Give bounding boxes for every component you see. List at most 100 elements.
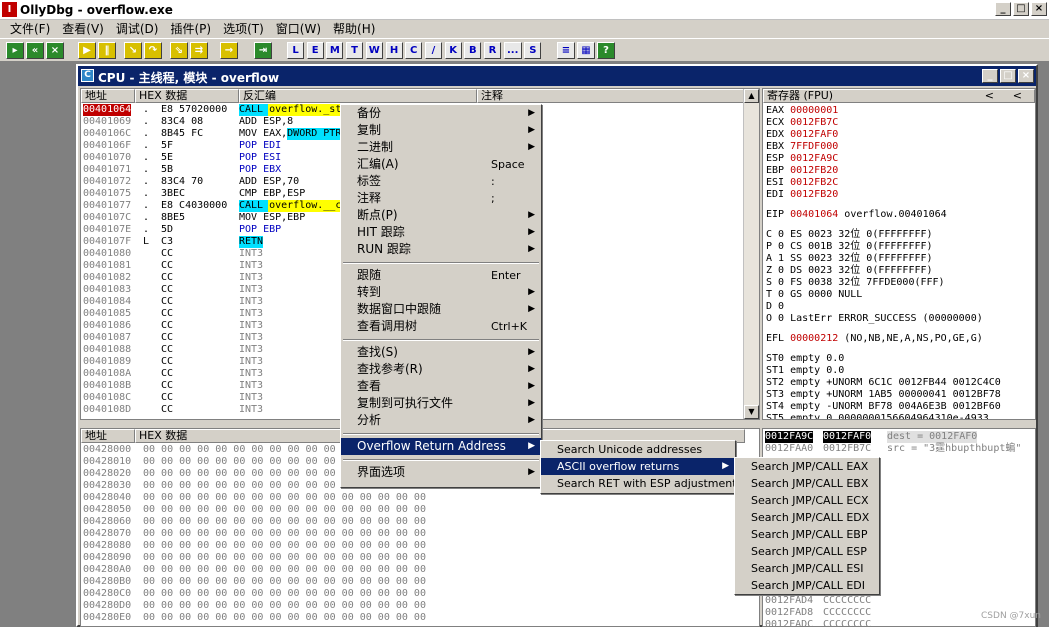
- context-menu-item[interactable]: 转到 ▶: [341, 284, 541, 301]
- flag-row[interactable]: O 0 LastErr ERROR_SUCCESS (00000000): [763, 313, 1035, 325]
- register-row[interactable]: EDI 0012FB20: [763, 189, 1035, 201]
- submenu-item[interactable]: Search JMP/CALL EDX: [735, 509, 879, 526]
- stack-row[interactable]: 0012FA9C 0012FAF0 dest = 0012FAF0: [763, 431, 1035, 443]
- toolbar-window-button[interactable]: R: [484, 42, 501, 59]
- stack-row[interactable]: 0012FAD4 CCCCCCCC: [763, 595, 1035, 607]
- submenu-item[interactable]: Search JMP/CALL EAX: [735, 458, 879, 475]
- close-program-icon[interactable]: ×: [46, 42, 64, 59]
- menu-0[interactable]: 文件(F): [4, 20, 56, 38]
- flag-row[interactable]: A 1 SS 0023 32位 0(FFFFFFFF): [763, 253, 1035, 265]
- reg-prev-icon[interactable]: <: [985, 90, 994, 102]
- context-menu-item[interactable]: 二进制 ▶: [341, 139, 541, 156]
- context-menu-item[interactable]: RUN 跟踪 ▶: [341, 241, 541, 258]
- menu-3[interactable]: 插件(P): [164, 20, 217, 38]
- trace-into-icon[interactable]: ⇘: [170, 42, 188, 59]
- flag-row[interactable]: D 0: [763, 301, 1035, 313]
- fpu-row[interactable]: ST4 empty -UNORM BF78 004A6E3B 0012BF60: [763, 401, 1035, 413]
- context-menu-item[interactable]: 复制到可执行文件 ▶: [341, 395, 541, 412]
- col-header-hex[interactable]: HEX 数据: [135, 89, 239, 103]
- submenu-item[interactable]: Search JMP/CALL ESI: [735, 560, 879, 577]
- context-menu-item[interactable]: 界面选项 ▶: [341, 464, 541, 481]
- context-menu-item[interactable]: 复制 ▶: [341, 122, 541, 139]
- context-menu-item[interactable]: Overflow Return Address ▶: [341, 438, 541, 455]
- cpu-close-icon[interactable]: ×: [1018, 69, 1034, 83]
- execute-till-return-icon[interactable]: →: [220, 42, 238, 59]
- toolbar-window-button[interactable]: C: [405, 42, 423, 59]
- dump-header-address[interactable]: 地址: [81, 429, 135, 443]
- stack-row[interactable]: 0012FAA0 0012FB7C src = "3霆hbupthbupt蝙": [763, 443, 1035, 455]
- go-to-icon[interactable]: ⇥: [254, 42, 272, 59]
- context-menu-item[interactable]: 跟随 Enter: [341, 267, 541, 284]
- menu-2[interactable]: 调试(D): [110, 20, 165, 38]
- col-header-comment[interactable]: 注释: [477, 89, 745, 103]
- context-menu-item[interactable]: 查找(S) ▶: [341, 344, 541, 361]
- submenu-item[interactable]: Search JMP/CALL ESP: [735, 543, 879, 560]
- toolbar-window-button[interactable]: B: [464, 42, 482, 59]
- context-menu-item[interactable]: 注释;: [341, 190, 541, 207]
- fpu-row[interactable]: ST5 empty 0.0000000156604964310e-4933: [763, 413, 1035, 419]
- register-row[interactable]: ECX 0012FB7C: [763, 117, 1035, 129]
- flag-row[interactable]: S 0 FS 0038 32位 7FFDE000(FFF): [763, 277, 1035, 289]
- flag-row[interactable]: Z 0 DS 0023 32位 0(FFFFFFFF): [763, 265, 1035, 277]
- run-icon[interactable]: ▶: [78, 42, 96, 59]
- context-menu-item[interactable]: 查找参考(R) ▶: [341, 361, 541, 378]
- toolbar-window-button[interactable]: K: [444, 42, 462, 59]
- fpu-row[interactable]: ST1 empty 0.0: [763, 365, 1035, 377]
- submenu-item[interactable]: Search JMP/CALL EBP: [735, 526, 879, 543]
- help-icon[interactable]: ?: [597, 42, 615, 59]
- registers-header[interactable]: 寄存器 (FPU) < <: [763, 89, 1035, 103]
- col-header-address[interactable]: 地址: [81, 89, 135, 103]
- dump-row[interactable]: 00428050 00 00 00 00 00 00 00 00 00 00 00…: [81, 504, 759, 516]
- context-menu-item[interactable]: 备份 ▶: [341, 105, 541, 122]
- register-row[interactable]: EFL 00000212 (NO,NB,NE,A,NS,PO,GE,G): [763, 333, 1035, 345]
- submenu-item[interactable]: Search Unicode addresses: [541, 441, 735, 458]
- reg-next-icon[interactable]: <: [1013, 90, 1022, 102]
- toolbar-window-button[interactable]: H: [385, 42, 403, 59]
- dump-row[interactable]: 004280D0 00 00 00 00 00 00 00 00 00 00 00…: [81, 600, 759, 612]
- context-menu-item[interactable]: HIT 跟踪 ▶: [341, 224, 541, 241]
- toolbar-window-button[interactable]: L: [287, 42, 304, 59]
- register-row[interactable]: ESI 0012FB2C: [763, 177, 1035, 189]
- cpu-minimize-icon[interactable]: _: [982, 69, 998, 83]
- context-menu-item[interactable]: 标签:: [341, 173, 541, 190]
- register-row[interactable]: EBP 0012FB20: [763, 165, 1035, 177]
- restart-icon[interactable]: «: [26, 42, 44, 59]
- minimize-icon[interactable]: _: [995, 2, 1011, 16]
- dump-row[interactable]: 00428060 00 00 00 00 00 00 00 00 00 00 00…: [81, 516, 759, 528]
- flag-row[interactable]: P 0 CS 001B 32位 0(FFFFFFFF): [763, 241, 1035, 253]
- step-into-icon[interactable]: ↘: [124, 42, 142, 59]
- context-menu-item[interactable]: 分析 ▶: [341, 412, 541, 429]
- grid-icon[interactable]: ▦: [577, 42, 595, 59]
- registers-pane[interactable]: 寄存器 (FPU) < < EAX 00000001 ECX 0012FB7C …: [762, 88, 1036, 420]
- dump-row[interactable]: 00428090 00 00 00 00 00 00 00 00 00 00 00…: [81, 552, 759, 564]
- dump-row[interactable]: 004280C0 00 00 00 00 00 00 00 00 00 00 00…: [81, 588, 759, 600]
- pause-icon[interactable]: ‖: [98, 42, 116, 59]
- context-menu-item[interactable]: 汇编(A) Space: [341, 156, 541, 173]
- list-icon[interactable]: ≡: [557, 42, 575, 59]
- register-row[interactable]: EAX 00000001: [763, 105, 1035, 117]
- step-over-icon[interactable]: ↷: [144, 42, 162, 59]
- flag-row[interactable]: T 0 GS 0000 NULL: [763, 289, 1035, 301]
- disasm-scrollbar[interactable]: ▲ ▼: [743, 89, 759, 419]
- cpu-maximize-icon[interactable]: □: [1000, 69, 1016, 83]
- toolbar-window-button[interactable]: T: [346, 42, 364, 59]
- flag-row[interactable]: C 0 ES 0023 32位 0(FFFFFFFF): [763, 229, 1035, 241]
- submenu-item[interactable]: Search RET with ESP adjustment: [541, 475, 737, 492]
- fpu-row[interactable]: ST3 empty +UNORM 1AB5 00000041 0012BF78: [763, 389, 1035, 401]
- scroll-up-icon[interactable]: ▲: [744, 89, 759, 103]
- register-row[interactable]: ESP 0012FA9C: [763, 153, 1035, 165]
- toolbar-window-button[interactable]: S: [524, 42, 542, 59]
- context-menu-item[interactable]: 断点(P) ▶: [341, 207, 541, 224]
- submenu-item[interactable]: Search JMP/CALL ECX: [735, 492, 879, 509]
- col-header-disasm[interactable]: 反汇编: [239, 89, 477, 103]
- submenu-item[interactable]: Search JMP/CALL EBX: [735, 475, 879, 492]
- submenu-item[interactable]: Search JMP/CALL EDI: [735, 577, 879, 594]
- dump-row[interactable]: 00428080 00 00 00 00 00 00 00 00 00 00 00…: [81, 540, 759, 552]
- context-menu-item[interactable]: 查看 ▶: [341, 378, 541, 395]
- open-file-icon[interactable]: ▸: [6, 42, 24, 59]
- dump-row[interactable]: 00428070 00 00 00 00 00 00 00 00 00 00 00…: [81, 528, 759, 540]
- dump-row[interactable]: 004280A0 00 00 00 00 00 00 00 00 00 00 00…: [81, 564, 759, 576]
- dump-row[interactable]: 004280E0 00 00 00 00 00 00 00 00 00 00 00…: [81, 612, 759, 624]
- scroll-down-icon[interactable]: ▼: [744, 405, 759, 419]
- menu-4[interactable]: 选项(T): [217, 20, 270, 38]
